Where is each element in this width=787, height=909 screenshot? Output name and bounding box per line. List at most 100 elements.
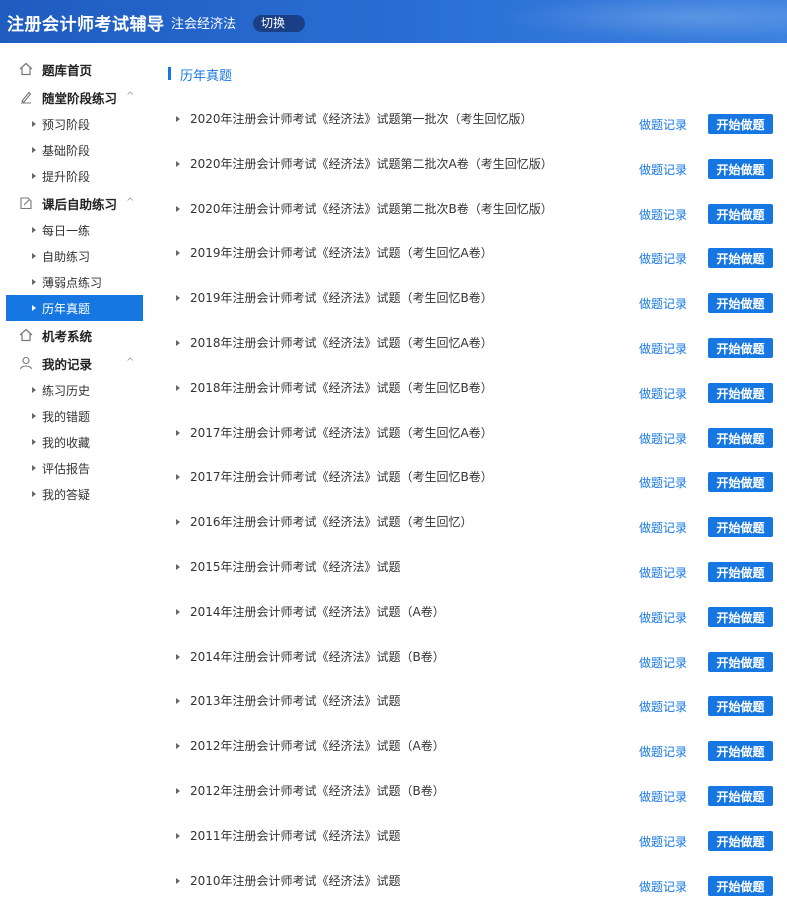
sidebar-item-label: 我的错题 (42, 409, 91, 424)
record-link[interactable]: 做题记录 (639, 385, 687, 402)
sidebar-item-report[interactable]: 评估报告 (6, 455, 143, 481)
sidebar-item-label: 我的收藏 (42, 435, 91, 450)
triangle-right-icon (176, 878, 180, 884)
sidebar-item-past-exams[interactable]: 历年真题 (6, 295, 143, 321)
triangle-right-icon (176, 206, 180, 212)
record-link[interactable]: 做题记录 (639, 743, 687, 760)
exam-title[interactable]: 2012年注册会计师考试《经济法》试题（B卷） (190, 782, 445, 799)
section-marker (168, 67, 171, 80)
start-button[interactable]: 开始做题 (708, 204, 773, 224)
record-link[interactable]: 做题记录 (639, 161, 687, 178)
exam-title[interactable]: 2014年注册会计师考试《经济法》试题（B卷） (190, 648, 445, 665)
exam-title[interactable]: 2019年注册会计师考试《经济法》试题（考生回忆A卷） (190, 244, 493, 261)
exam-row: 2018年注册会计师考试《经济法》试题（考生回忆A卷） 做题记录 开始做题 (168, 322, 787, 367)
start-button[interactable]: 开始做题 (708, 338, 773, 358)
sidebar-item-qa[interactable]: 我的答疑 (6, 481, 143, 507)
exam-title[interactable]: 2015年注册会计师考试《经济法》试题 (190, 558, 401, 575)
record-link[interactable]: 做题记录 (639, 474, 687, 491)
record-link[interactable]: 做题记录 (639, 698, 687, 715)
exam-row: 2012年注册会计师考试《经济法》试题（A卷） 做题记录 开始做题 (168, 725, 787, 770)
sidebar-item-label: 薄弱点练习 (42, 275, 103, 290)
record-link[interactable]: 做题记录 (639, 116, 687, 133)
sidebar-group-stage-practice[interactable]: 随堂阶段练习 ^ (6, 83, 143, 111)
current-subject: 注会经济法 (171, 17, 237, 32)
record-link[interactable]: 做题记录 (639, 788, 687, 805)
sidebar-group-self-practice[interactable]: 课后自助练习 ^ (6, 189, 143, 217)
sidebar: 题库首页 随堂阶段练习 ^ 预习阶段 基础阶段 提升阶段 课后自助练习 ^ 每日… (6, 55, 143, 507)
exam-row: 2012年注册会计师考试《经济法》试题（B卷） 做题记录 开始做题 (168, 770, 787, 815)
exam-title[interactable]: 2014年注册会计师考试《经济法》试题（A卷） (190, 603, 445, 620)
exam-title[interactable]: 2020年注册会计师考试《经济法》试题第二批次A卷（考生回忆版） (190, 155, 553, 172)
sidebar-item-wrong-questions[interactable]: 我的错题 (6, 403, 143, 429)
exam-title[interactable]: 2020年注册会计师考试《经济法》试题第二批次B卷（考生回忆版） (190, 200, 553, 217)
start-button[interactable]: 开始做题 (708, 696, 773, 716)
exam-title[interactable]: 2010年注册会计师考试《经济法》试题 (190, 872, 401, 889)
exam-title[interactable]: 2019年注册会计师考试《经济法》试题（考生回忆B卷） (190, 289, 493, 306)
exam-title[interactable]: 2017年注册会计师考试《经济法》试题（考生回忆A卷） (190, 424, 493, 441)
exam-title[interactable]: 2018年注册会计师考试《经济法》试题（考生回忆A卷） (190, 334, 493, 351)
start-button[interactable]: 开始做题 (708, 472, 773, 492)
record-link[interactable]: 做题记录 (639, 564, 687, 581)
record-link[interactable]: 做题记录 (639, 654, 687, 671)
sidebar-item-history[interactable]: 练习历史 (6, 377, 143, 403)
start-button[interactable]: 开始做题 (708, 428, 773, 448)
exam-title[interactable]: 2020年注册会计师考试《经济法》试题第一批次（考生回忆版） (190, 110, 533, 127)
sidebar-item-daily[interactable]: 每日一练 (6, 217, 143, 243)
exam-title[interactable]: 2012年注册会计师考试《经济法》试题（A卷） (190, 737, 445, 754)
triangle-right-icon (176, 474, 180, 480)
edit-icon (18, 196, 33, 211)
sidebar-item-advanced[interactable]: 提升阶段 (6, 163, 143, 189)
start-button[interactable]: 开始做题 (708, 114, 773, 134)
switch-subject-button[interactable]: 切换 (253, 15, 305, 32)
start-button[interactable]: 开始做题 (708, 876, 773, 896)
start-button[interactable]: 开始做题 (708, 248, 773, 268)
record-link[interactable]: 做题记录 (639, 295, 687, 312)
record-link[interactable]: 做题记录 (639, 430, 687, 447)
sidebar-item-basic[interactable]: 基础阶段 (6, 137, 143, 163)
start-button[interactable]: 开始做题 (708, 383, 773, 403)
record-link[interactable]: 做题记录 (639, 833, 687, 850)
record-link[interactable]: 做题记录 (639, 878, 687, 895)
triangle-right-icon (32, 173, 36, 179)
sidebar-item-favorites[interactable]: 我的收藏 (6, 429, 143, 455)
start-button[interactable]: 开始做题 (708, 831, 773, 851)
sidebar-item-preview[interactable]: 预习阶段 (6, 111, 143, 137)
exam-title[interactable]: 2016年注册会计师考试《经济法》试题（考生回忆） (190, 513, 473, 530)
chevron-up-icon[interactable]: ^ (126, 91, 134, 102)
start-button[interactable]: 开始做题 (708, 607, 773, 627)
record-link[interactable]: 做题记录 (639, 519, 687, 536)
triangle-right-icon (176, 340, 180, 346)
exam-row: 2020年注册会计师考试《经济法》试题第二批次B卷（考生回忆版） 做题记录 开始做题 (168, 188, 787, 233)
start-button[interactable]: 开始做题 (708, 652, 773, 672)
start-button[interactable]: 开始做题 (708, 159, 773, 179)
chevron-up-icon[interactable]: ^ (126, 357, 134, 368)
sidebar-item-weak-points[interactable]: 薄弱点练习 (6, 269, 143, 295)
sidebar-item-self[interactable]: 自助练习 (6, 243, 143, 269)
sidebar-item-home[interactable]: 题库首页 (6, 55, 143, 83)
record-link[interactable]: 做题记录 (639, 340, 687, 357)
exam-row: 2014年注册会计师考试《经济法》试题（B卷） 做题记录 开始做题 (168, 636, 787, 681)
sidebar-item-exam-system[interactable]: 机考系统 (6, 321, 143, 349)
triangle-right-icon (176, 698, 180, 704)
sidebar-item-label: 基础阶段 (42, 143, 91, 158)
exam-title[interactable]: 2011年注册会计师考试《经济法》试题 (190, 827, 401, 844)
exam-title[interactable]: 2017年注册会计师考试《经济法》试题（考生回忆B卷） (190, 468, 493, 485)
sidebar-group-my-records[interactable]: 我的记录 ^ (6, 349, 143, 377)
exam-title[interactable]: 2018年注册会计师考试《经济法》试题（考生回忆B卷） (190, 379, 493, 396)
start-button[interactable]: 开始做题 (708, 741, 773, 761)
exam-row: 2017年注册会计师考试《经济法》试题（考生回忆A卷） 做题记录 开始做题 (168, 412, 787, 457)
triangle-right-icon (176, 654, 180, 660)
record-link[interactable]: 做题记录 (639, 206, 687, 223)
record-link[interactable]: 做题记录 (639, 250, 687, 267)
start-button[interactable]: 开始做题 (708, 562, 773, 582)
exam-title[interactable]: 2013年注册会计师考试《经济法》试题 (190, 692, 401, 709)
triangle-right-icon (32, 413, 36, 419)
chevron-up-icon[interactable]: ^ (126, 197, 134, 208)
triangle-right-icon (176, 743, 180, 749)
start-button[interactable]: 开始做题 (708, 786, 773, 806)
start-button[interactable]: 开始做题 (708, 517, 773, 537)
sidebar-item-label: 我的记录 (42, 356, 93, 372)
triangle-right-icon (176, 788, 180, 794)
start-button[interactable]: 开始做题 (708, 293, 773, 313)
record-link[interactable]: 做题记录 (639, 609, 687, 626)
